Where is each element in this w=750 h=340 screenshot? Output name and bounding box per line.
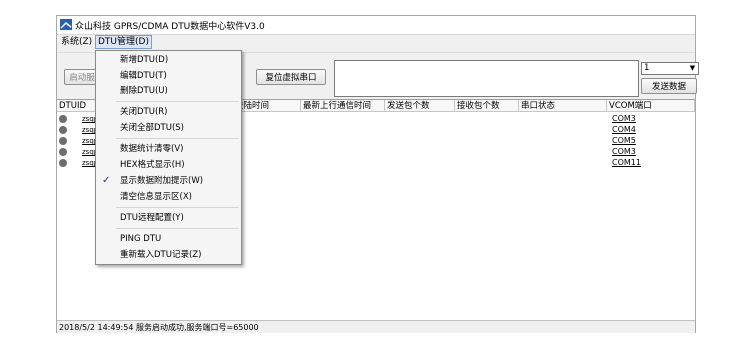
menu-item-add-dtu[interactable]: 新增DTU(D) [96,53,241,67]
menu-separator [116,228,239,229]
menu-item-close-dtu[interactable]: 关闭DTU(R) [96,105,241,119]
menu-item-label: 清空信息显示区(X) [120,192,192,202]
menu-item-ping-dtu[interactable]: PING DTU [96,232,241,246]
menu-system[interactable]: 系统(Z) [59,36,94,48]
col-header-vcom[interactable]: VCOM端口 [607,100,695,112]
vcom-port-link[interactable]: COM11 [612,158,641,168]
status-dot-icon [59,148,67,156]
menu-item-label: 数据统计清零(V) [120,144,184,154]
chevron-down-icon[interactable]: ▼ [688,64,697,73]
menu-item-delete-dtu[interactable]: 删除DTU(U) [96,84,241,98]
menu-item-remote-config[interactable]: DTU远程配置(Y) [96,211,241,225]
window-title: 众山科技 GPRS/CDMA DTU数据中心软件V3.0 [75,22,265,32]
menu-item-label: PING DTU [120,234,162,244]
port-select[interactable]: 1 ▼ [641,62,699,75]
col-header-last-upload[interactable]: 最新上行通信时间 [301,100,385,112]
status-bar: 2018/5/2 14:49:54 服务启动成功,服务端口号=65000 [57,320,695,333]
app-logo-icon [60,19,72,30]
menu-item-label: 新增DTU(D) [120,55,169,65]
menu-bar: 系统(Z) DTU管理(D) [57,35,695,50]
menu-item-show-data-hints[interactable]: ✓ 显示数据附加提示(W) [96,174,241,188]
menu-item-label: 显示数据附加提示(W) [120,176,204,186]
menu-item-clear-info-area[interactable]: 清空信息显示区(X) [96,190,241,204]
menu-item-label: HEX格式显示(H) [120,160,185,170]
menu-separator [116,101,239,102]
menu-item-label: 编辑DTU(T) [120,71,167,81]
col-header-login-time-label: 登陆时间 [233,100,301,112]
menu-separator [116,207,239,208]
vcom-port-link[interactable]: COM3 [612,147,636,157]
dtu-manage-menu: 新增DTU(D) 编辑DTU(T) 删除DTU(U) 关闭DTU(R) 关闭全部… [95,50,242,265]
menu-item-label: 重新载入DTU记录(Z) [120,250,202,260]
vcom-port-link[interactable]: COM4 [612,125,636,135]
menu-item-reload-dtu-records[interactable]: 重新载入DTU记录(Z) [96,248,241,262]
menu-item-label: 删除DTU(U) [120,86,168,96]
title-bar: 众山科技 GPRS/CDMA DTU数据中心软件V3.0 [57,16,695,35]
menu-dtu-manage[interactable]: DTU管理(D) [95,35,152,49]
menu-item-label: 关闭全部DTU(S) [120,123,184,133]
menu-item-reset-stats[interactable]: 数据统计清零(V) [96,142,241,156]
status-dot-icon [59,137,67,145]
send-data-button[interactable]: 发送数据 [641,78,697,94]
col-header-sent-packets[interactable]: 发送包个数 [385,100,455,112]
menu-item-close-all-dtu[interactable]: 关闭全部DTU(S) [96,121,241,135]
col-header-port-status[interactable]: 串口状态 [519,100,607,112]
menu-item-label: DTU远程配置(Y) [120,213,184,223]
status-dot-icon [59,126,67,134]
vcom-port-link[interactable]: COM5 [612,136,636,146]
vcom-port-link[interactable]: COM3 [612,114,636,124]
send-data-textbox[interactable] [334,60,639,97]
menu-item-label: 关闭DTU(R) [120,107,168,117]
status-dot-icon [59,159,67,167]
reset-virtual-port-button[interactable]: 复位虚拟串口 [256,69,326,85]
checkmark-icon: ✓ [102,175,111,186]
status-dot-icon [59,115,67,123]
menu-item-edit-dtu[interactable]: 编辑DTU(T) [96,69,241,83]
col-header-dtuid[interactable]: DTUID [57,100,97,112]
col-header-recv-packets[interactable]: 接收包个数 [455,100,519,112]
port-select-value: 1 [644,63,650,73]
menu-separator [116,138,239,139]
menu-item-hex-display[interactable]: HEX格式显示(H) [96,158,241,172]
